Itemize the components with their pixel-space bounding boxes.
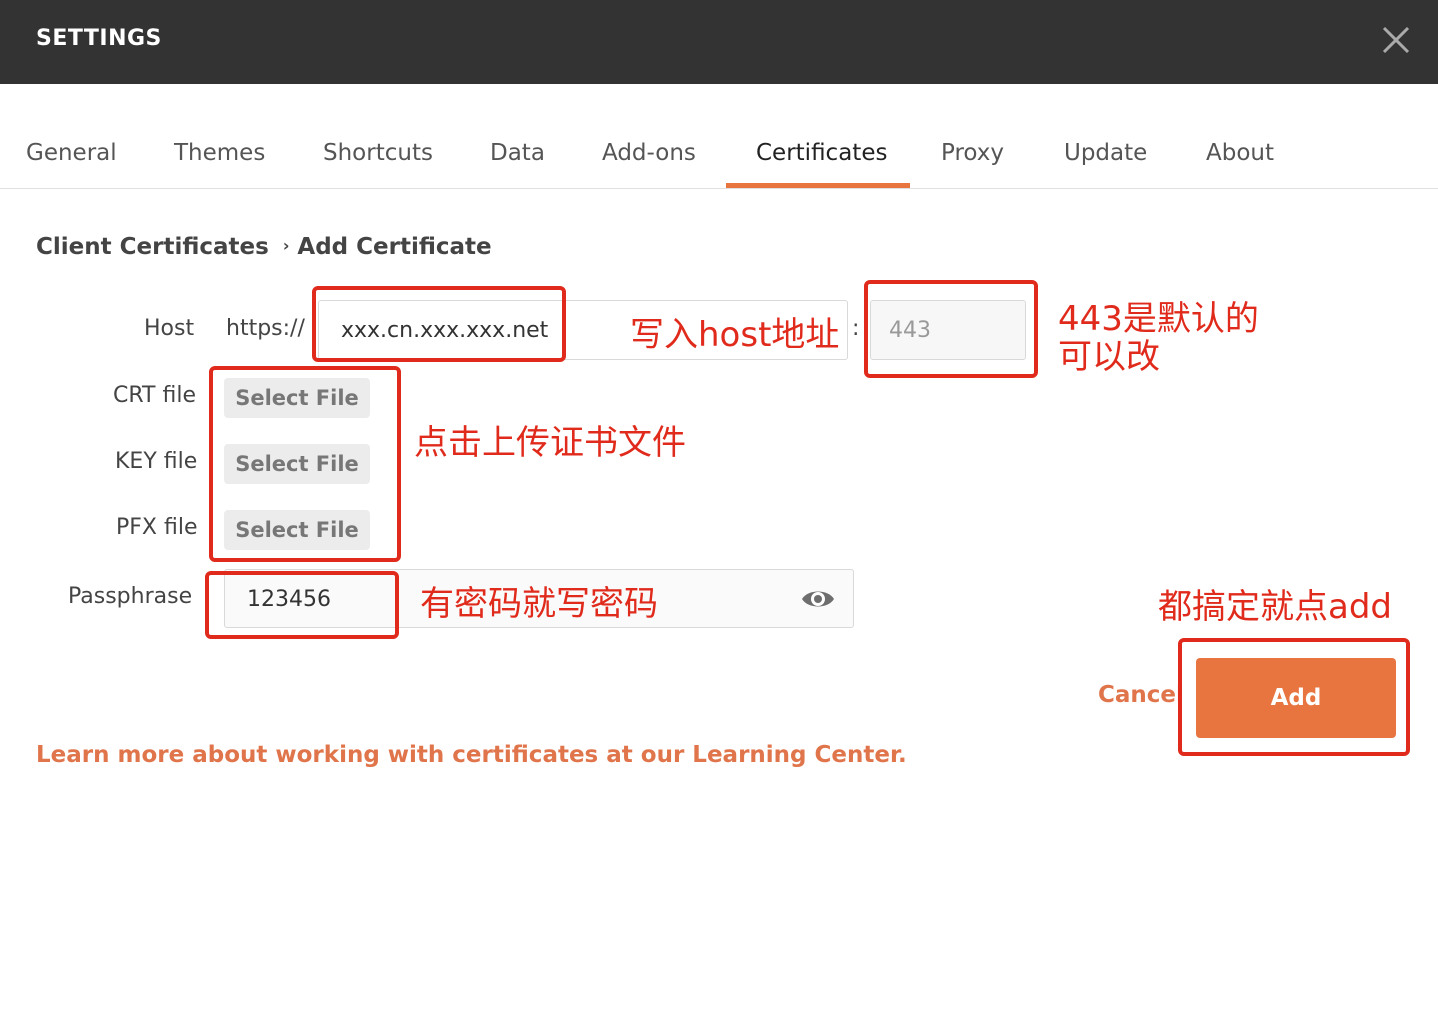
annotation-host-box bbox=[312, 286, 566, 362]
eye-icon[interactable] bbox=[800, 584, 836, 614]
tab-proxy[interactable]: Proxy bbox=[941, 140, 1004, 166]
tab-update[interactable]: Update bbox=[1064, 140, 1147, 166]
active-tab-indicator bbox=[726, 183, 910, 188]
breadcrumb-add-certificate: Add Certificate bbox=[297, 234, 492, 260]
annotation-add-text: 都搞定就点add bbox=[1158, 587, 1392, 627]
breadcrumb: Client Certificates › Add Certificate bbox=[36, 234, 492, 260]
annotation-passphrase-text: 有密码就写密码 bbox=[420, 584, 658, 624]
tab-data[interactable]: Data bbox=[490, 140, 545, 166]
title-bar: SETTINGS bbox=[0, 0, 1438, 84]
host-prefix: https:// bbox=[226, 316, 305, 341]
annotation-port-text-line2: 可以改 bbox=[1058, 337, 1160, 377]
annotation-port-text-line1: 443是默认的 bbox=[1058, 299, 1259, 339]
crt-file-label: CRT file bbox=[113, 383, 196, 408]
tab-shortcuts[interactable]: Shortcuts bbox=[323, 140, 433, 166]
key-file-label: KEY file bbox=[115, 449, 198, 474]
annotation-passphrase-box bbox=[205, 571, 399, 639]
tab-add-ons[interactable]: Add-ons bbox=[602, 140, 696, 166]
learning-center-link[interactable]: Learn more about working with certificat… bbox=[36, 742, 907, 768]
annotation-files-box bbox=[209, 366, 401, 562]
cancel-button[interactable]: Cancel bbox=[1098, 682, 1184, 708]
chevron-right-icon: › bbox=[282, 236, 290, 255]
window-title: SETTINGS bbox=[36, 26, 162, 51]
annotation-add-box bbox=[1178, 638, 1410, 756]
port-separator: : bbox=[852, 316, 860, 341]
annotation-host-text: 写入host地址 bbox=[630, 315, 840, 355]
tab-about[interactable]: About bbox=[1206, 140, 1274, 166]
pfx-file-label: PFX file bbox=[116, 515, 198, 540]
tab-certificates[interactable]: Certificates bbox=[756, 140, 887, 166]
host-label: Host bbox=[144, 316, 195, 341]
tab-themes[interactable]: Themes bbox=[174, 140, 265, 166]
annotation-port-box bbox=[864, 280, 1038, 378]
passphrase-label: Passphrase bbox=[68, 584, 193, 609]
breadcrumb-client-certificates[interactable]: Client Certificates bbox=[36, 234, 269, 260]
annotation-files-text: 点击上传证书文件 bbox=[414, 423, 686, 463]
tab-general[interactable]: General bbox=[26, 140, 117, 166]
settings-tabs: General Themes Shortcuts Data Add-ons Ce… bbox=[0, 84, 1438, 189]
close-icon[interactable] bbox=[1378, 22, 1414, 58]
